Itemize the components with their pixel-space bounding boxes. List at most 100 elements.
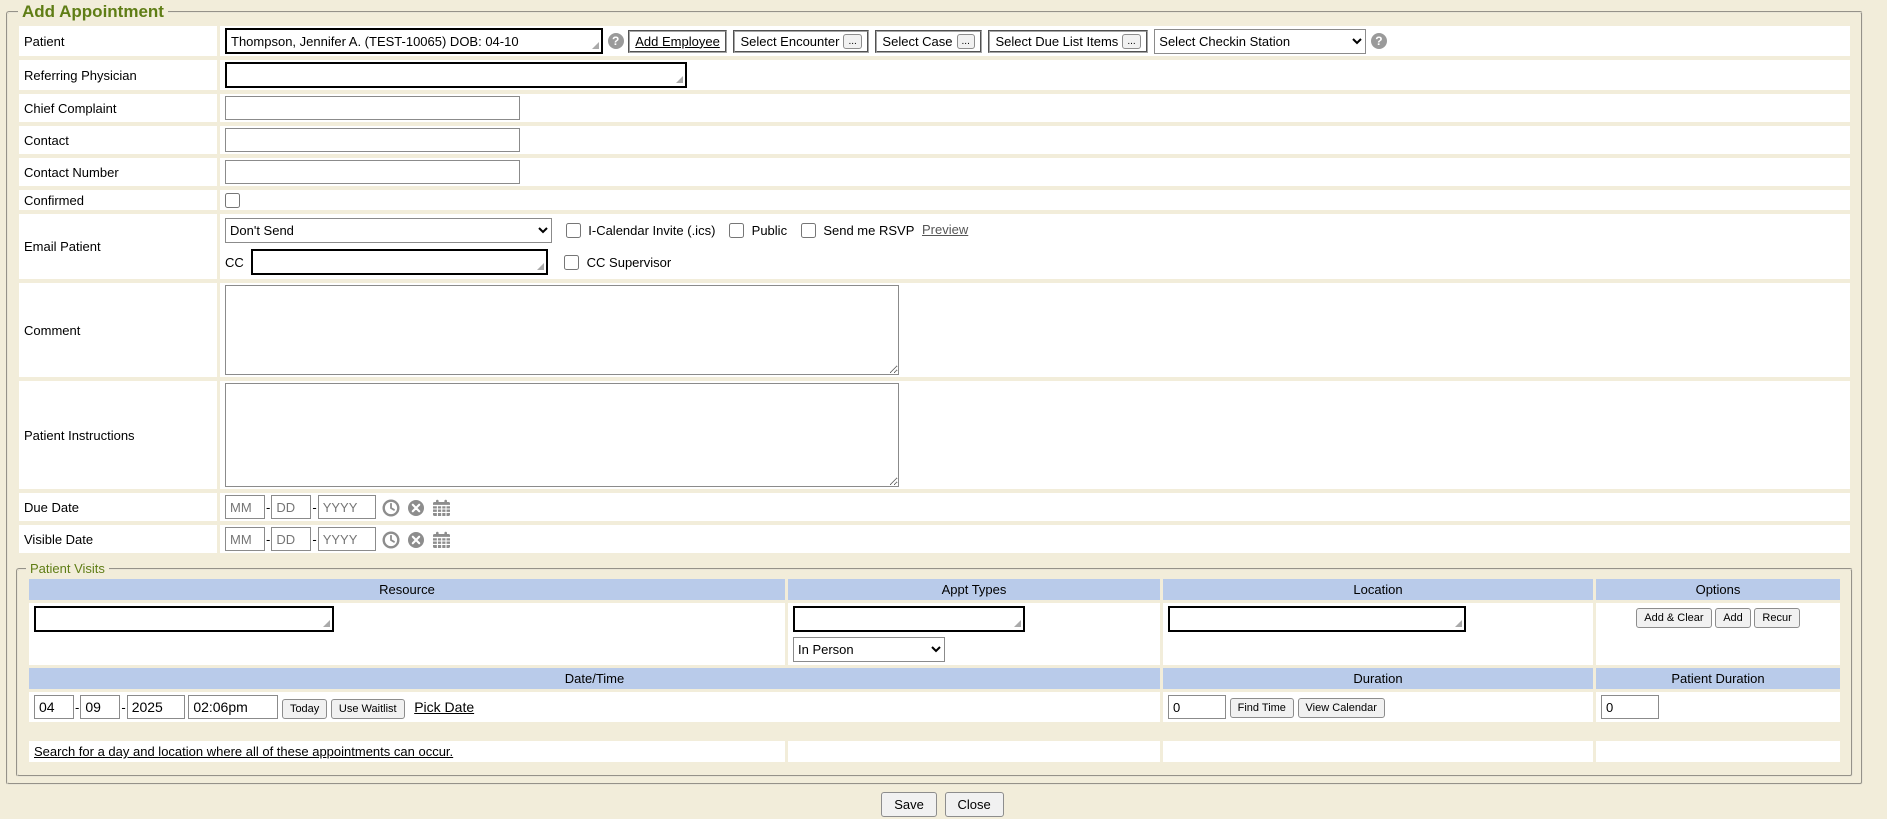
date-separator: -	[312, 500, 316, 515]
empty-cell	[1163, 741, 1593, 762]
duration-input[interactable]	[1168, 695, 1226, 719]
location-header: Location	[1163, 579, 1593, 600]
resource-header: Resource	[29, 579, 785, 600]
location-input[interactable]	[1168, 606, 1466, 632]
recur-button[interactable]: Recur	[1754, 608, 1799, 628]
resource-input[interactable]	[34, 606, 334, 632]
contact-cell	[220, 126, 1850, 154]
contact-label: Contact	[19, 126, 217, 154]
select-due-list-items-button[interactable]: ...	[1122, 34, 1140, 49]
clear-icon[interactable]	[407, 531, 425, 549]
visit-month-input[interactable]	[34, 695, 74, 719]
contact-row: Contact	[19, 126, 1850, 154]
cc-input[interactable]	[251, 249, 548, 275]
contact-input[interactable]	[225, 128, 520, 152]
email-send-line: Don't Send I-Calendar Invite (.ics) Publ…	[225, 218, 1845, 243]
add-employee-link[interactable]: Add Employee	[635, 34, 720, 49]
pick-date-link[interactable]: Pick Date	[414, 699, 474, 715]
calendar-icon[interactable]	[432, 531, 451, 549]
help-icon[interactable]: ?	[608, 33, 624, 49]
visit-day-input[interactable]	[80, 695, 120, 719]
datetime-row: -- Today Use Waitlist Pick Date Find Tim…	[29, 692, 1840, 722]
save-button[interactable]: Save	[881, 792, 937, 817]
send-me-rsvp-label: Send me RSVP	[823, 223, 914, 238]
contact-number-row: Contact Number	[19, 158, 1850, 186]
search-day-location-link[interactable]: Search for a day and location where all …	[34, 744, 453, 759]
select-encounter-label: Select Encounter	[740, 34, 839, 49]
patient-input-wrap	[225, 28, 603, 54]
email-patient-cell: Don't Send I-Calendar Invite (.ics) Publ…	[220, 214, 1850, 279]
options-header: Options	[1596, 579, 1840, 600]
find-time-button[interactable]: Find Time	[1230, 698, 1294, 718]
chief-complaint-row: Chief Complaint	[19, 94, 1850, 122]
page-title: Add Appointment	[18, 2, 168, 22]
patient-duration-header: Patient Duration	[1596, 668, 1840, 689]
calendar-icon[interactable]	[432, 499, 451, 517]
patient-input[interactable]	[225, 28, 603, 54]
cc-supervisor-checkbox[interactable]	[564, 255, 579, 270]
visit-year-input[interactable]	[127, 695, 185, 719]
referring-physician-cell	[220, 60, 1850, 90]
add-button[interactable]: Add	[1715, 608, 1751, 628]
duration-header: Duration	[1163, 668, 1593, 689]
patient-instructions-row: Patient Instructions	[19, 381, 1850, 489]
spacer-cell	[29, 725, 1840, 738]
due-date-yyyy-input[interactable]	[318, 495, 376, 519]
due-date-dd-input[interactable]	[271, 495, 311, 519]
clock-icon[interactable]	[382, 531, 400, 549]
confirmed-label: Confirmed	[19, 190, 217, 210]
view-calendar-button[interactable]: View Calendar	[1298, 698, 1385, 718]
visible-date-yyyy-input[interactable]	[318, 527, 376, 551]
email-patient-row: Email Patient Don't Send I-Calendar Invi…	[19, 214, 1850, 279]
cc-label: CC	[225, 255, 244, 270]
today-button[interactable]: Today	[282, 699, 327, 719]
ical-invite-checkbox[interactable]	[566, 223, 581, 238]
visits-header-row: Resource Appt Types Location Options	[29, 579, 1840, 600]
search-link-cell: Search for a day and location where all …	[29, 741, 785, 762]
visible-date-mm-input[interactable]	[225, 527, 265, 551]
patient-visits-table: Resource Appt Types Location Options In …	[26, 576, 1843, 765]
use-waitlist-button[interactable]: Use Waitlist	[331, 699, 405, 719]
comment-label: Comment	[19, 283, 217, 377]
email-cc-line: CC CC Supervisor	[225, 249, 1845, 275]
checkin-station-select[interactable]: Select Checkin Station	[1154, 29, 1366, 54]
select-case-button[interactable]: ...	[957, 34, 975, 49]
appt-types-input[interactable]	[793, 606, 1025, 632]
location-input-wrap	[1168, 606, 1466, 632]
clock-icon[interactable]	[382, 499, 400, 517]
due-date-mm-input[interactable]	[225, 495, 265, 519]
close-button[interactable]: Close	[945, 792, 1004, 817]
patient-instructions-label: Patient Instructions	[19, 381, 217, 489]
visits-input-row: In Person Add & Clear Add Recur	[29, 603, 1840, 665]
clear-icon[interactable]	[407, 499, 425, 517]
patient-instructions-cell	[220, 381, 1850, 489]
visit-time-input[interactable]	[188, 695, 278, 719]
patient-duration-cell	[1596, 692, 1840, 722]
confirmed-checkbox[interactable]	[225, 193, 240, 208]
patient-instructions-textarea[interactable]	[225, 383, 899, 487]
public-checkbox[interactable]	[729, 223, 744, 238]
options-cell: Add & Clear Add Recur	[1596, 603, 1840, 665]
visible-date-dd-input[interactable]	[271, 527, 311, 551]
visit-type-select[interactable]: In Person	[793, 637, 945, 662]
send-me-rsvp-checkbox[interactable]	[801, 223, 816, 238]
help-icon[interactable]: ?	[1371, 33, 1387, 49]
confirmed-row: Confirmed	[19, 190, 1850, 210]
contact-number-cell	[220, 158, 1850, 186]
add-and-clear-button[interactable]: Add & Clear	[1636, 608, 1711, 628]
patient-duration-input[interactable]	[1601, 695, 1659, 719]
chief-complaint-label: Chief Complaint	[19, 94, 217, 122]
chief-complaint-input[interactable]	[225, 96, 520, 120]
select-encounter-button[interactable]: ...	[843, 34, 861, 49]
contact-number-input[interactable]	[225, 160, 520, 184]
preview-link[interactable]: Preview	[922, 222, 968, 237]
referring-physician-input[interactable]	[225, 62, 687, 88]
patient-visits-section: Patient Visits Resource Appt Types Locat…	[16, 561, 1853, 777]
ical-invite-label: I-Calendar Invite (.ics)	[588, 223, 715, 238]
appt-types-input-wrap	[793, 606, 1025, 632]
comment-textarea[interactable]	[225, 285, 899, 375]
email-send-select[interactable]: Don't Send	[225, 218, 552, 243]
search-row: Search for a day and location where all …	[29, 741, 1840, 762]
confirmed-cell	[220, 190, 1850, 210]
date-separator: -	[266, 532, 270, 547]
